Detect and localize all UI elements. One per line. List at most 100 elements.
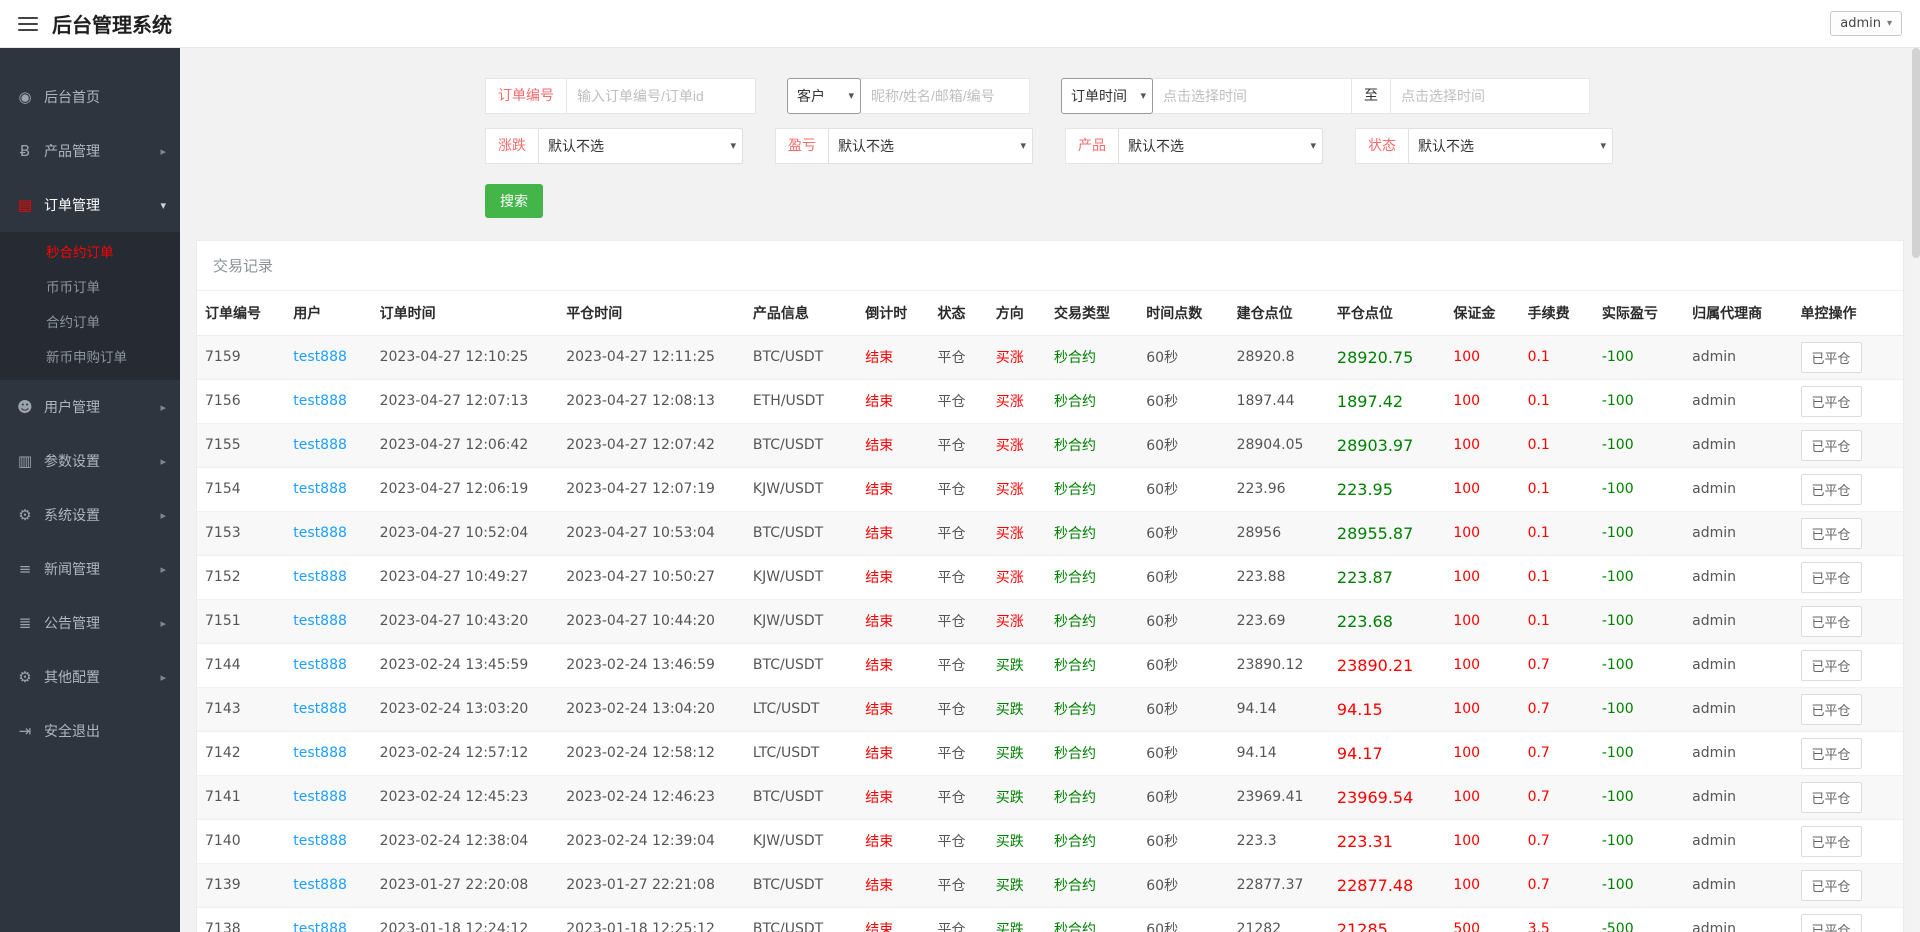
vertical-scrollbar[interactable]: [1912, 48, 1920, 932]
cell-trade-type: 秒合约: [1045, 423, 1139, 468]
sidebar-subitem-coin-orders[interactable]: 币币订单: [0, 271, 180, 306]
user-link[interactable]: test888: [293, 437, 347, 453]
chevron-right-icon: ▸: [160, 616, 166, 630]
rise-fall-select-wrap: 默认不选: [538, 128, 743, 164]
cell-fee: 0.1: [1519, 511, 1594, 556]
cell-direction: 买涨: [987, 555, 1046, 600]
sidebar-item-news-management[interactable]: ≡ 新闻管理 ▸: [0, 542, 180, 596]
search-button[interactable]: 搜索: [485, 184, 543, 218]
user-link[interactable]: test888: [293, 393, 347, 409]
time-type-select[interactable]: 订单时间: [1061, 78, 1153, 114]
cell-order-no: 7151: [197, 599, 286, 644]
cell-margin: 100: [1445, 555, 1520, 600]
cell-margin: 100: [1445, 775, 1520, 820]
cell-agent: admin: [1684, 775, 1793, 820]
closed-position-button[interactable]: 已平仓: [1800, 693, 1862, 725]
user-link[interactable]: test888: [293, 701, 347, 717]
closed-position-button[interactable]: 已平仓: [1800, 913, 1862, 932]
sidebar-item-notice-management[interactable]: ≣ 公告管理 ▸: [0, 596, 180, 650]
order-no-input[interactable]: [566, 78, 756, 114]
user-link[interactable]: test888: [293, 525, 347, 541]
closed-position-button[interactable]: 已平仓: [1800, 737, 1862, 769]
rise-fall-select[interactable]: 默认不选: [538, 128, 743, 164]
cell-profit: -100: [1593, 379, 1685, 424]
sidebar-item-other-config[interactable]: ⚙ 其他配置 ▸: [0, 650, 180, 704]
cell-trade-type: 秒合约: [1045, 467, 1139, 512]
cell-fee: 0.1: [1519, 335, 1594, 380]
closed-position-button[interactable]: 已平仓: [1800, 649, 1862, 681]
closed-position-button[interactable]: 已平仓: [1800, 429, 1862, 461]
hamburger-menu-icon[interactable]: [18, 16, 38, 31]
product-select-wrap: 默认不选: [1118, 128, 1323, 164]
closed-position-button[interactable]: 已平仓: [1800, 385, 1862, 417]
closed-position-button[interactable]: 已平仓: [1800, 517, 1862, 549]
customer-select-wrap: 客户: [787, 78, 861, 114]
user-link[interactable]: test888: [293, 745, 347, 761]
cell-margin: 100: [1445, 731, 1520, 776]
cell-order-no: 7140: [197, 819, 286, 864]
user-link[interactable]: test888: [293, 349, 347, 365]
closed-position-button[interactable]: 已平仓: [1800, 781, 1862, 813]
profit-loss-select[interactable]: 默认不选: [828, 128, 1033, 164]
customer-input[interactable]: [860, 78, 1030, 114]
table-row: 7142 test888 2023-02-24 12:57:12 2023-02-24…: [197, 731, 1903, 776]
cell-direction: 买涨: [987, 467, 1046, 512]
product-select[interactable]: 默认不选: [1118, 128, 1323, 164]
cell-open-point: 23890.12: [1228, 643, 1329, 688]
closed-position-button[interactable]: 已平仓: [1800, 825, 1862, 857]
closed-position-button[interactable]: 已平仓: [1800, 869, 1862, 901]
cell-order-no: 7141: [197, 775, 286, 820]
cell-action: 已平仓: [1792, 687, 1903, 732]
cell-profit: -100: [1593, 819, 1685, 864]
scrollbar-thumb[interactable]: [1912, 48, 1920, 258]
table-row: 7140 test888 2023-02-24 12:38:04 2023-02-24…: [197, 819, 1903, 864]
sidebar-item-logout[interactable]: ⇥ 安全退出: [0, 704, 180, 758]
table-row: 7143 test888 2023-02-24 13:03:20 2023-02-24…: [197, 687, 1903, 732]
user-link[interactable]: test888: [293, 877, 347, 893]
sidebar-subitem-new-coin-subscription-orders[interactable]: 新币申购订单: [0, 341, 180, 376]
closed-position-button[interactable]: 已平仓: [1800, 561, 1862, 593]
sidebar-subitem-second-contract-orders[interactable]: 秒合约订单: [0, 236, 180, 271]
cell-open-point: 223.88: [1228, 555, 1329, 600]
sidebar-item-user-management[interactable]: ☻ 用户管理 ▸: [0, 380, 180, 434]
cell-open-point: 28920.8: [1228, 335, 1329, 380]
closed-position-button[interactable]: 已平仓: [1800, 473, 1862, 505]
sidebar-item-system-settings[interactable]: ⚙ 系统设置 ▸: [0, 488, 180, 542]
app-title: 后台管理系统: [52, 13, 172, 37]
user-link[interactable]: test888: [293, 657, 347, 673]
cell-profit: -100: [1593, 643, 1685, 688]
cell-order-no: 7159: [197, 335, 286, 380]
closed-position-button[interactable]: 已平仓: [1800, 605, 1862, 637]
sidebar-item-product-management[interactable]: Ƀ 产品管理 ▸: [0, 124, 180, 178]
table-row: 7155 test888 2023-04-27 12:06:42 2023-04-27…: [197, 423, 1903, 468]
rise-fall-label: 涨跌: [485, 128, 539, 164]
cell-close-time: 2023-01-27 22:21:08: [558, 863, 745, 908]
closed-position-button[interactable]: 已平仓: [1800, 341, 1862, 373]
sidebar-subitem-contract-orders[interactable]: 合约订单: [0, 306, 180, 341]
cell-period: 60秒: [1138, 687, 1229, 732]
end-time-input[interactable]: [1390, 78, 1590, 114]
filter-row-3: 搜索: [485, 178, 1904, 218]
user-link[interactable]: test888: [293, 481, 347, 497]
cell-countdown: 结束: [857, 335, 930, 380]
status-select[interactable]: 默认不选: [1408, 128, 1613, 164]
col-header-profit: 实际盈亏: [1593, 291, 1685, 336]
sidebar-item-order-management[interactable]: ▤ 订单管理 ▾: [0, 178, 180, 232]
cell-countdown: 结束: [857, 555, 930, 600]
cell-status: 平仓: [929, 687, 988, 732]
user-link[interactable]: test888: [293, 613, 347, 629]
sidebar-item-home[interactable]: ◉ 后台首页: [0, 70, 180, 124]
user-link[interactable]: test888: [293, 569, 347, 585]
cell-order-no: 7142: [197, 731, 286, 776]
cell-product: LTC/USDT: [744, 687, 858, 732]
start-time-input[interactable]: [1152, 78, 1352, 114]
user-link[interactable]: test888: [293, 789, 347, 805]
user-link[interactable]: test888: [293, 921, 347, 932]
sidebar-item-parameter-settings[interactable]: ▥ 参数设置 ▸: [0, 434, 180, 488]
user-link[interactable]: test888: [293, 833, 347, 849]
user-dropdown[interactable]: admin ▾: [1830, 11, 1902, 36]
cell-agent: admin: [1684, 643, 1793, 688]
customer-type-select[interactable]: 客户: [787, 78, 861, 114]
cell-open-time: 2023-02-24 12:57:12: [371, 731, 559, 776]
cell-open-point: 22877.37: [1228, 863, 1329, 908]
